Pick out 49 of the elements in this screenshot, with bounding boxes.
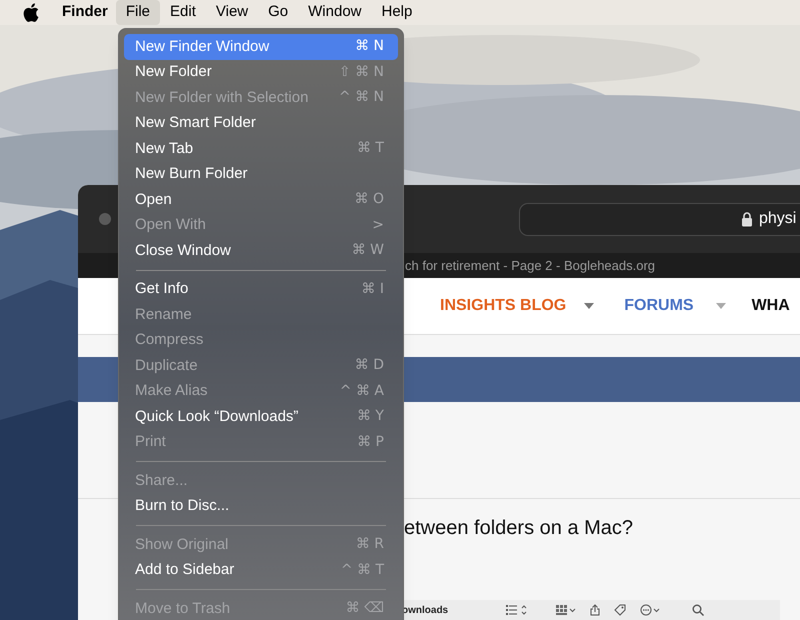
nav-link[interactable]: FORUMS (624, 294, 694, 318)
shortcut-label: ⌘ T (356, 139, 384, 158)
nav-link[interactable]: WHA (752, 294, 790, 318)
menu-item[interactable]: Open ⌘ O (124, 187, 398, 212)
shortcut-label: ⌘ R (356, 535, 384, 554)
menu-bar-item[interactable]: Window (298, 0, 372, 25)
shortcut-label: ⌘ P (357, 432, 384, 452)
shortcut-label: ^ ⌘ N (338, 88, 384, 108)
menu-bar-item[interactable]: File (116, 0, 160, 25)
app-menu[interactable]: Finder (54, 0, 116, 25)
menu-item[interactable]: Get Info ⌘ I (124, 276, 398, 302)
tag-icon[interactable] (614, 604, 626, 616)
search-icon[interactable] (692, 604, 704, 616)
menu-item[interactable]: Add to Sidebar ^ ⌘ T (124, 558, 398, 583)
list-view-icon[interactable] (506, 605, 528, 615)
menu-bar-item[interactable]: Go (258, 0, 298, 25)
menu-item[interactable]: New Burn Folder (124, 162, 398, 187)
shortcut-label: ⌘ I (361, 280, 384, 299)
menu-item[interactable]: Close Window ⌘ W (124, 238, 398, 264)
shortcut-label: ⌘ D (354, 356, 384, 376)
caret-icon[interactable] (584, 303, 594, 309)
tab-title[interactable]: ch for retirement - Page 2 - Bogleheads.org (405, 256, 656, 276)
menu-bar-item[interactable]: Help (372, 0, 422, 25)
shortcut-label: ⌘ ⌫ (346, 599, 384, 618)
menu-item[interactable]: New Finder Window ⌘ N (124, 34, 398, 60)
question-heading: etween folders on a Mac? (404, 517, 634, 539)
shortcut-label: ⇧ ⌘ N (338, 62, 384, 82)
menu-item[interactable]: New Folder ⇧ ⌘ N (124, 60, 398, 85)
grid-view-icon[interactable] (556, 605, 576, 615)
shortcut-label: ⌘ W (352, 241, 384, 260)
shortcut-label: ^ ⌘ A (340, 382, 384, 401)
menu-item[interactable]: Burn to Disc... (124, 494, 398, 519)
menu-item[interactable]: New Tab ⌘ T (124, 136, 398, 162)
menu-item[interactable]: Quick Look “Downloads” ⌘ Y (124, 404, 398, 430)
lock-icon (741, 212, 753, 226)
address-field[interactable]: physi (519, 202, 800, 236)
apple-icon[interactable] (22, 3, 40, 22)
shortcut-label: > (372, 216, 384, 235)
share-icon[interactable] (590, 604, 600, 616)
menu-item[interactable]: New Smart Folder (124, 110, 398, 136)
shortcut-label: ^ ⌘ T (340, 560, 384, 580)
nav-link[interactable]: INSIGHTS BLOG (440, 294, 566, 318)
menu-bar-item[interactable]: View (206, 0, 258, 25)
shortcut-label: ⌘ N (355, 37, 384, 56)
shortcut-label: ⌘ O (354, 190, 384, 210)
more-icon[interactable] (640, 604, 660, 616)
folder-title: ownloads (402, 604, 448, 618)
shortcut-label: ⌘ Y (356, 407, 384, 426)
menu-bar-item[interactable]: Edit (160, 0, 206, 25)
